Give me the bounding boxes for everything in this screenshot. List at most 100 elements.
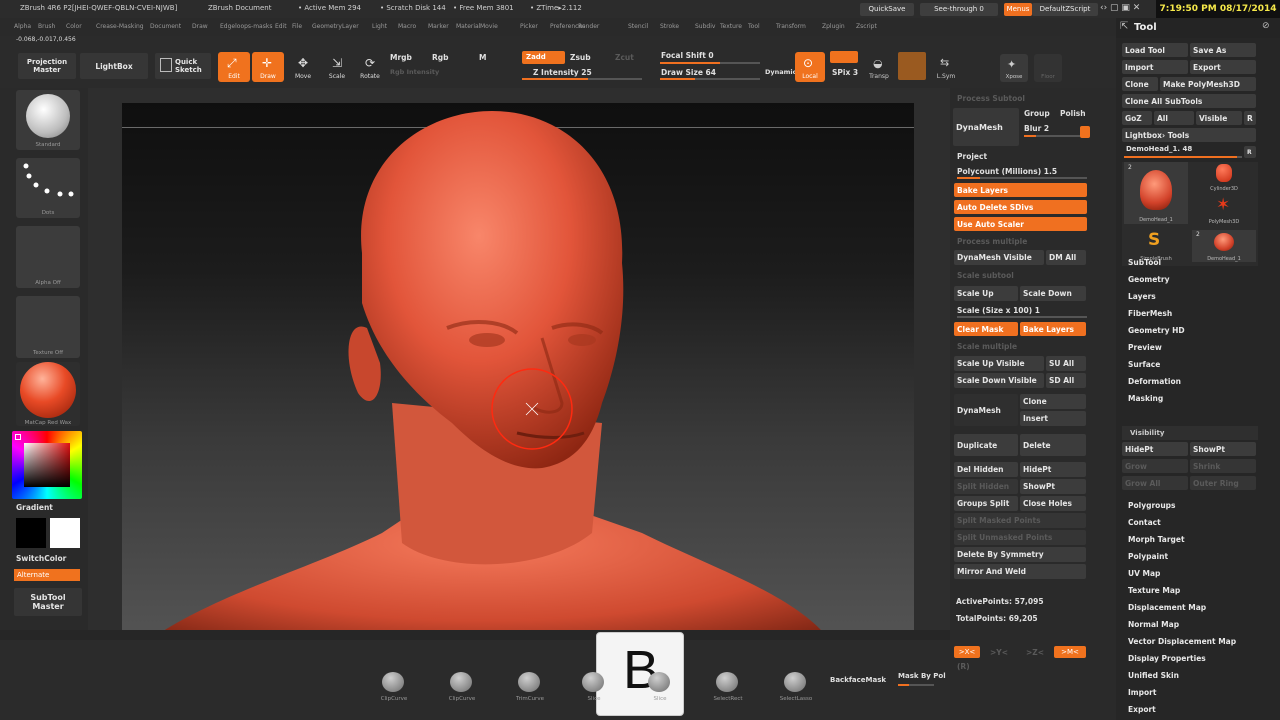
tool-menu-contact[interactable]: Contact (1128, 518, 1161, 527)
scale-size-slider[interactable]: Scale (Size x 100) 1 (957, 306, 1040, 315)
tool-menu-export[interactable]: Export (1128, 705, 1156, 714)
menu-stencil[interactable]: Stencil (628, 23, 648, 30)
shelf-brush-clipcurve[interactable]: ClipCurve (374, 670, 414, 706)
shelf-brush-selectrect[interactable]: SelectRect (708, 670, 748, 706)
secondary-color-swatch[interactable] (50, 518, 80, 548)
edit-button[interactable]: ⤢ Edit (218, 52, 250, 82)
insert-button[interactable]: Insert (1020, 411, 1086, 426)
dynamesh-visible-button[interactable]: DynaMesh Visible (954, 250, 1044, 265)
color-square[interactable] (24, 443, 70, 487)
focal-shift-slider[interactable]: Focal Shift 0 (661, 51, 714, 60)
mrgb-button[interactable]: Mrgb (390, 53, 412, 62)
vis-outer-ring-button[interactable]: Outer Ring (1190, 476, 1256, 490)
tool-menu-surface[interactable]: Surface (1128, 360, 1160, 369)
tool-menu-masking[interactable]: Masking (1128, 394, 1163, 403)
shelf-brush-selectlasso[interactable]: SelectLasso (776, 670, 816, 706)
tool-thumb-cylinder[interactable]: Cylinder3D (1192, 162, 1256, 192)
blur-indicator[interactable] (1080, 126, 1090, 138)
menu-light[interactable]: Light (372, 23, 387, 30)
clear-mask-toggle[interactable]: Clear Mask (954, 322, 1018, 336)
tool-menu-morph-target[interactable]: Morph Target (1128, 535, 1185, 544)
draw-size-track[interactable] (660, 78, 760, 80)
menu-layer[interactable]: Layer (342, 23, 359, 30)
tool-menu-import[interactable]: Import (1128, 688, 1156, 697)
scale-size-track[interactable] (957, 316, 1087, 318)
spix-slider[interactable]: SPix 3 (832, 68, 858, 77)
tool-menu-geometry-hd[interactable]: Geometry HD (1128, 326, 1185, 335)
quicksave-button[interactable]: QuickSave (860, 3, 914, 16)
material-picker[interactable]: MatCap Red Wax (16, 362, 80, 426)
menu-stroke[interactable]: Stroke (660, 23, 679, 30)
lightbox-button[interactable]: LightBox (80, 53, 148, 79)
del-hidden-button[interactable]: Del Hidden (954, 462, 1018, 477)
menu-brush[interactable]: Brush (38, 23, 55, 30)
zsub-button[interactable]: Zsub (570, 53, 591, 62)
clone-button[interactable]: Clone (1020, 394, 1086, 409)
tool-menu-uv-map[interactable]: UV Map (1128, 569, 1160, 578)
gradient-label[interactable]: Gradient (16, 503, 53, 512)
lightbox-tools-button[interactable]: Lightbox› Tools (1122, 128, 1256, 142)
close-palette-icon[interactable]: ⊘ (1262, 21, 1270, 31)
z-intensity-track[interactable] (522, 78, 642, 80)
tool-menu-geometry[interactable]: Geometry (1128, 275, 1169, 284)
tool-menu-normal-map[interactable]: Normal Map (1128, 620, 1179, 629)
groups-split-button[interactable]: Groups Split (954, 496, 1018, 511)
primary-color-swatch[interactable] (16, 518, 46, 548)
menu-macro[interactable]: Macro (398, 23, 416, 30)
sd-all-button[interactable]: SD All (1046, 373, 1086, 388)
hidept-button[interactable]: HidePt (1020, 462, 1086, 477)
rotate-button[interactable]: ⟳ Rotate (355, 52, 385, 82)
bake-layers-toggle[interactable]: Bake Layers (954, 183, 1087, 197)
auto-delete-sdivs-toggle[interactable]: Auto Delete SDivs (954, 200, 1087, 214)
ghost-button[interactable] (898, 52, 926, 80)
tool-menu-unified-skin[interactable]: Unified Skin (1128, 671, 1179, 680)
menu-zplugin[interactable]: Zplugin (822, 23, 845, 30)
split-masked-points-button[interactable]: Split Masked Points (954, 513, 1086, 528)
alpha-picker[interactable]: Alpha Off (16, 226, 80, 288)
color-picker[interactable] (12, 431, 82, 499)
brush-picker[interactable]: Standard (16, 90, 80, 150)
tool-menu-vector-displacement-map[interactable]: Vector Displacement Map (1128, 637, 1236, 646)
polycount-track[interactable] (957, 177, 1087, 179)
zcut-button[interactable]: Zcut (615, 53, 634, 62)
menu-zscript[interactable]: Zscript (856, 23, 877, 30)
menu-transform[interactable]: Transform (776, 23, 806, 30)
menu-subdiv[interactable]: Subdiv (695, 23, 715, 30)
scale-up-visible-button[interactable]: Scale Up Visible (954, 356, 1044, 371)
menu-texture[interactable]: Texture (720, 23, 742, 30)
tool-menu-subtool[interactable]: SubTool (1128, 258, 1161, 267)
menu-material[interactable]: Material (456, 23, 480, 30)
split-unmasked-points-button[interactable]: Split Unmasked Points (954, 530, 1086, 545)
shelf-brush-slice[interactable]: Slice (574, 670, 614, 706)
vis-grow-button[interactable]: Grow (1122, 459, 1188, 473)
stroke-picker[interactable]: Dots (16, 158, 80, 218)
tool-menu-deformation[interactable]: Deformation (1128, 377, 1181, 386)
draw-button[interactable]: ✛ Draw (252, 52, 284, 82)
menu-edgeloops-masks[interactable]: Edgeloops-masks (220, 23, 272, 30)
draw-size-slider[interactable]: Draw Size 64 (661, 68, 716, 77)
tool-menu-fibermesh[interactable]: FiberMesh (1128, 309, 1172, 318)
visibility-section-header[interactable]: Visibility (1122, 426, 1258, 440)
vis-hidept-button[interactable]: HidePt (1122, 442, 1188, 456)
menu-file[interactable]: File (292, 23, 302, 30)
window-controls[interactable]: ‹› ▢ ▣ ✕ (1100, 3, 1152, 16)
symmetry-y-toggle[interactable]: >Y< (990, 648, 1008, 657)
viewport-canvas[interactable] (122, 103, 914, 665)
shelf-brush-slice[interactable]: Slice (640, 670, 680, 706)
z-intensity-slider[interactable]: Z Intensity 25 (533, 68, 592, 77)
tool-menu-texture-map[interactable]: Texture Map (1128, 586, 1180, 595)
close-holes-button[interactable]: Close Holes (1020, 496, 1086, 511)
backface-mask-toggle[interactable]: BackfaceMask (830, 676, 886, 684)
vis-shrink-button[interactable]: Shrink (1190, 459, 1256, 473)
tool-menu-layers[interactable]: Layers (1128, 292, 1156, 301)
dm-all-button[interactable]: DM All (1046, 250, 1086, 265)
tool-thumb-demohead[interactable]: 2 DemoHead_1 (1124, 162, 1188, 224)
current-tool-slider[interactable]: DemoHead_1. 48 (1126, 145, 1192, 153)
save-as-button[interactable]: Save As (1190, 43, 1256, 57)
mirror-and-weld-button[interactable]: Mirror And Weld (954, 564, 1086, 579)
default-zscript-button[interactable]: DefaultZScript (1032, 3, 1098, 16)
tool-menu-preview[interactable]: Preview (1128, 343, 1162, 352)
showpt-button[interactable]: ShowPt (1020, 479, 1086, 494)
menu-draw[interactable]: Draw (192, 23, 208, 30)
transp-button[interactable]: ◒ Transp (866, 52, 892, 82)
